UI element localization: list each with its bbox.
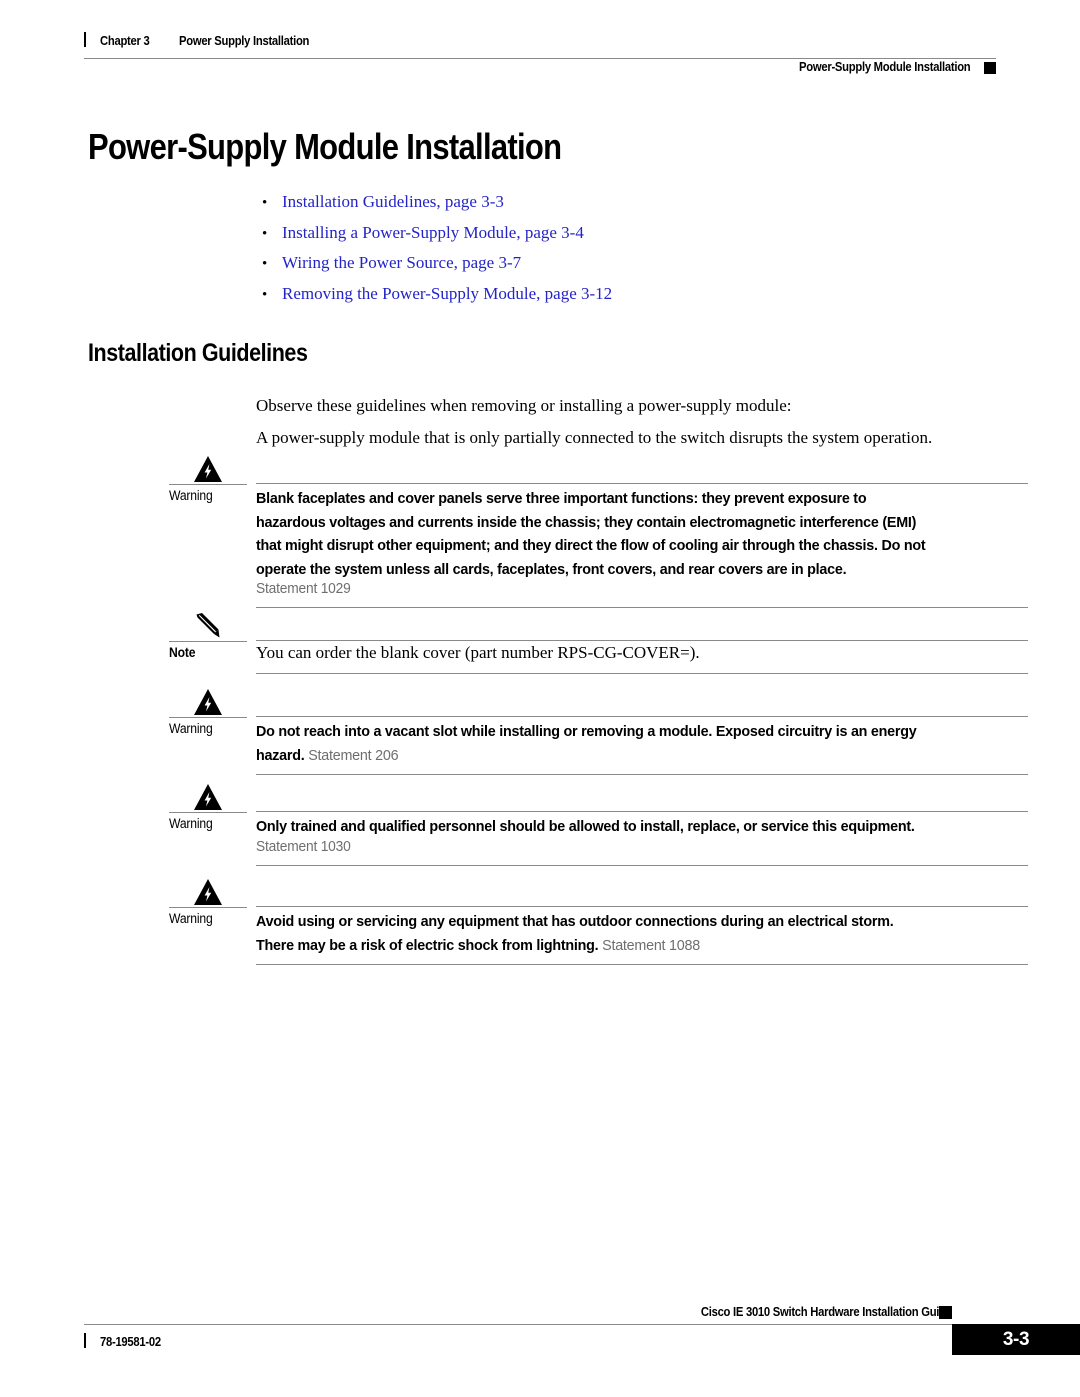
bullet-icon: •: [262, 225, 268, 242]
list-item[interactable]: • Removing the Power-Supply Module, page…: [262, 284, 962, 315]
warning-icon-cell: [169, 455, 247, 483]
cross-reference-link[interactable]: Removing the Power-Supply Module, page 3…: [282, 284, 612, 304]
warning-rule-bottom: [256, 607, 1028, 608]
warning-icon-rule: [169, 907, 247, 908]
section-heading: Installation Guidelines: [88, 339, 308, 367]
warning-rule-top: [256, 483, 1028, 484]
bullet-icon: •: [262, 195, 268, 211]
list-item[interactable]: • Installation Guidelines, page 3-3: [262, 192, 962, 223]
warning-label: Warning: [169, 721, 213, 736]
warning-text-line: Only trained and qualified personnel sho…: [256, 818, 915, 835]
warning-icon-cell: [169, 688, 247, 716]
page-header: Chapter 3 Power Supply Installation Powe…: [84, 30, 996, 78]
document-page: Chapter 3 Power Supply Installation Powe…: [0, 0, 1080, 1397]
header-running-head: Power-Supply Module Installation: [798, 60, 971, 74]
warning-text-line-with-statement: hazard. Statement 206: [256, 744, 399, 768]
note-pencil-icon: [196, 613, 220, 638]
header-chapter-number: Chapter 3: [100, 34, 150, 48]
warning-icon-rule: [169, 717, 247, 718]
warning-icon-cell: [169, 783, 247, 811]
body-paragraph: Observe these guidelines when removing o…: [256, 396, 792, 415]
warning-rule-bottom: [256, 865, 1028, 866]
warning-rule-bottom: [256, 774, 1028, 775]
cross-reference-list: • Installation Guidelines, page 3-3 • In…: [262, 192, 962, 314]
footer-document-number: 78-19581-02: [100, 1335, 161, 1349]
warning-icon-rule: [169, 812, 247, 813]
cross-reference-link[interactable]: Installing a Power-Supply Module, page 3…: [282, 223, 584, 243]
warning-text-line: operate the system unless all cards, fac…: [256, 560, 847, 578]
header-rule: [84, 58, 996, 59]
page-footer: Cisco IE 3010 Switch Hardware Installati…: [84, 1305, 1080, 1365]
warning-statement-text: Statement 1088: [602, 936, 700, 954]
change-bar-tick-icon: [84, 32, 86, 47]
note-rule-top: [256, 640, 1028, 641]
note-label: Note: [169, 645, 196, 660]
body-paragraph: A power-supply module that is only parti…: [256, 428, 933, 447]
warning-statement-number: Statement 1029: [256, 581, 351, 597]
warning-text-line: Blank faceplates and cover panels serve …: [256, 490, 867, 507]
note-icon-cell: [169, 612, 247, 640]
page-title: Power-Supply Module Installation: [88, 126, 562, 167]
warning-text-line: Do not reach into a vacant slot while in…: [256, 723, 917, 740]
header-chapter-title: Power Supply Installation: [178, 34, 310, 48]
warning-statement-number: Statement 206: [304, 747, 398, 764]
warning-rule-top: [256, 906, 1028, 907]
warning-icon-rule: [169, 484, 247, 485]
bullet-icon: •: [262, 286, 268, 303]
list-item[interactable]: • Wiring the Power Source, page 3-7: [262, 253, 962, 284]
warning-statement-text: Statement 206: [308, 746, 399, 764]
list-item[interactable]: • Installing a Power-Supply Module, page…: [262, 223, 962, 254]
warning-statement-number: Statement 1030: [256, 838, 351, 855]
note-text-line: You can order the blank cover (part numb…: [256, 643, 700, 662]
footer-marker-square-icon: [939, 1306, 952, 1319]
bullet-icon: •: [262, 256, 268, 272]
warning-text-line: that might disrupt other equipment; and …: [256, 537, 926, 554]
warning-rule-top: [256, 811, 1028, 812]
warning-text-fragment: There may be a risk of electric shock fr…: [256, 936, 599, 954]
warning-text-line: hazardous voltages and currents inside t…: [256, 513, 917, 531]
cross-reference-link[interactable]: Installation Guidelines, page 3-3: [282, 192, 504, 212]
warning-label: Warning: [169, 816, 213, 831]
warning-icon-cell: [169, 878, 247, 906]
warning-label: Warning: [169, 488, 213, 503]
page-number-box: 3-3: [952, 1324, 1080, 1355]
note-icon-rule: [169, 641, 247, 642]
warning-text-line: Avoid using or servicing any equipment t…: [256, 913, 894, 930]
header-marker-square-icon: [984, 62, 996, 74]
warning-text-fragment: hazard.: [256, 746, 305, 764]
footer-guide-title: Cisco IE 3010 Switch Hardware Installati…: [701, 1305, 952, 1319]
footer-rule: [84, 1324, 952, 1325]
warning-label: Warning: [169, 911, 213, 926]
header-chapter-group: Chapter 3 Power Supply Installation: [84, 30, 324, 48]
warning-rule-bottom: [256, 964, 1028, 965]
warning-triangle-lightning-icon: [194, 879, 222, 905]
warning-text-line-with-statement: There may be a risk of electric shock fr…: [256, 934, 700, 958]
note-rule-bottom: [256, 673, 1028, 674]
warning-rule-top: [256, 716, 1028, 717]
footer-doc-group: 78-19581-02: [84, 1331, 168, 1349]
warning-triangle-lightning-icon: [194, 689, 222, 715]
warning-triangle-lightning-icon: [194, 456, 222, 482]
warning-statement-number: Statement 1088: [598, 937, 700, 954]
warning-triangle-lightning-icon: [194, 784, 222, 810]
cross-reference-link[interactable]: Wiring the Power Source, page 3-7: [282, 253, 521, 273]
change-bar-tick-icon: [84, 1333, 86, 1348]
